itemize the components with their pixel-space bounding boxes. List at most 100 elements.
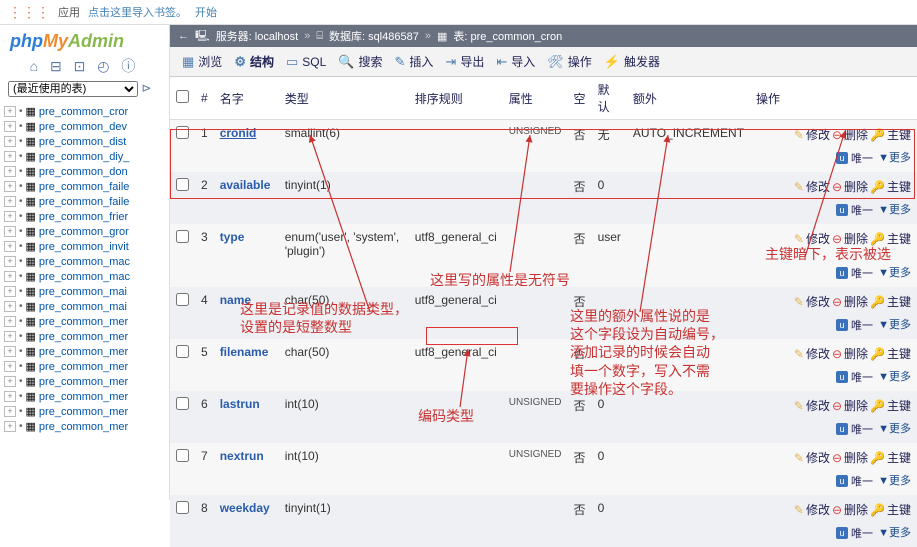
tree-expander-icon[interactable]: + — [4, 196, 16, 207]
drop-action[interactable]: ⊖删除 — [832, 397, 868, 414]
col-name[interactable]: name — [220, 293, 251, 307]
recent-go-icon[interactable]: ⊳ — [141, 81, 151, 95]
tree-expander-icon[interactable]: + — [4, 256, 16, 267]
edit-action[interactable]: ✎修改 — [794, 126, 830, 143]
th-name[interactable]: 名字 — [220, 92, 244, 106]
drop-action[interactable]: ⊖删除 — [832, 293, 868, 310]
tab-triggers[interactable]: ⚡触发器 — [604, 53, 660, 70]
col-name[interactable]: filename — [220, 345, 269, 359]
bc-db[interactable]: 数据库: sql486587 — [329, 28, 419, 44]
row-checkbox[interactable] — [176, 293, 189, 306]
tree-expander-icon[interactable]: + — [4, 316, 16, 327]
bc-collapse-icon[interactable]: ← — [178, 30, 189, 42]
tree-expander-icon[interactable]: + — [4, 376, 16, 387]
edit-action[interactable]: ✎修改 — [794, 345, 830, 362]
more-action[interactable]: ▼更多 — [878, 472, 911, 488]
th-num[interactable]: # — [201, 91, 208, 105]
tree-expander-icon[interactable]: + — [4, 421, 16, 432]
tree-item[interactable]: +•▦ pre_common_mer — [4, 389, 165, 404]
tree-link[interactable]: pre_common_invit — [39, 241, 129, 253]
tree-expander-icon[interactable]: + — [4, 271, 16, 282]
more-action[interactable]: ▼更多 — [878, 149, 911, 165]
tree-link[interactable]: pre_common_don — [39, 166, 128, 178]
unique-action[interactable]: u唯一 — [836, 265, 873, 281]
tree-item[interactable]: +•▦ pre_common_mer — [4, 314, 165, 329]
unique-action[interactable]: u唯一 — [836, 473, 873, 489]
tab-browse[interactable]: ▦浏览 — [182, 53, 222, 70]
tree-expander-icon[interactable]: + — [4, 226, 16, 237]
th-null[interactable]: 空 — [574, 92, 586, 106]
tree-item[interactable]: +•▦ pre_common_mer — [4, 374, 165, 389]
tab-sql[interactable]: ▭SQL — [286, 54, 326, 70]
tree-link[interactable]: pre_common_mer — [39, 391, 128, 403]
tab-operations[interactable]: 🛠操作 — [547, 53, 592, 70]
tree-item[interactable]: +•▦ pre_common_mac — [4, 254, 165, 269]
tab-insert[interactable]: ✎插入 — [395, 53, 434, 70]
tree-link[interactable]: pre_common_mac — [39, 271, 130, 283]
tree-link[interactable]: pre_common_mai — [39, 301, 127, 313]
primary-key-action[interactable]: 🔑主键 — [870, 397, 911, 414]
more-action[interactable]: ▼更多 — [878, 264, 911, 280]
tree-expander-icon[interactable]: + — [4, 106, 16, 117]
tree-item[interactable]: +•▦ pre_common_mer — [4, 359, 165, 374]
drop-action[interactable]: ⊖删除 — [832, 449, 868, 466]
tree-item[interactable]: +•▦ pre_common_faile — [4, 194, 165, 209]
tree-item[interactable]: +•▦ pre_common_mac — [4, 269, 165, 284]
tree-item[interactable]: +•▦ pre_common_mai — [4, 284, 165, 299]
tree-link[interactable]: pre_common_gror — [39, 226, 129, 238]
tree-link[interactable]: pre_common_mai — [39, 286, 127, 298]
select-all-checkbox[interactable] — [176, 90, 189, 103]
tree-link[interactable]: pre_common_dev — [39, 121, 127, 133]
edit-action[interactable]: ✎修改 — [794, 178, 830, 195]
more-action[interactable]: ▼更多 — [878, 524, 911, 540]
tree-item[interactable]: +•▦ pre_common_mai — [4, 299, 165, 314]
th-attr[interactable]: 属性 — [509, 92, 533, 106]
tree-expander-icon[interactable]: + — [4, 181, 16, 192]
tree-item[interactable]: +•▦ pre_common_mer — [4, 404, 165, 419]
drop-action[interactable]: ⊖删除 — [832, 501, 868, 518]
tree-expander-icon[interactable]: + — [4, 151, 16, 162]
row-checkbox[interactable] — [176, 449, 189, 462]
tree-link[interactable]: pre_common_mer — [39, 316, 128, 328]
col-name[interactable]: cronid — [220, 126, 257, 140]
tree-item[interactable]: +•▦ pre_common_frier — [4, 209, 165, 224]
primary-key-action[interactable]: 🔑主键 — [870, 345, 911, 362]
row-checkbox[interactable] — [176, 501, 189, 514]
drop-action[interactable]: ⊖删除 — [832, 345, 868, 362]
col-name[interactable]: type — [220, 230, 245, 244]
unique-action[interactable]: u唯一 — [836, 525, 873, 541]
start-link[interactable]: 开始 — [195, 4, 217, 20]
tree-link[interactable]: pre_common_mer — [39, 376, 128, 388]
tree-link[interactable]: pre_common_dist — [39, 136, 126, 148]
tree-item[interactable]: +•▦ pre_common_mer — [4, 344, 165, 359]
primary-key-action[interactable]: 🔑主键 — [870, 230, 911, 247]
tree-link[interactable]: pre_common_mer — [39, 406, 128, 418]
tree-expander-icon[interactable]: + — [4, 301, 16, 312]
edit-action[interactable]: ✎修改 — [794, 449, 830, 466]
row-checkbox[interactable] — [176, 126, 189, 139]
recent-tables-select[interactable]: (最近使用的表) — [8, 81, 138, 97]
col-name[interactable]: lastrun — [220, 397, 260, 411]
edit-action[interactable]: ✎修改 — [794, 230, 830, 247]
tree-expander-icon[interactable]: + — [4, 241, 16, 252]
tab-import[interactable]: ⇤导入 — [496, 53, 535, 70]
more-action[interactable]: ▼更多 — [878, 201, 911, 217]
more-action[interactable]: ▼更多 — [878, 316, 911, 332]
drop-action[interactable]: ⊖删除 — [832, 230, 868, 247]
import-bookmarks-link[interactable]: 点击这里导入书签。 — [88, 4, 187, 20]
edit-action[interactable]: ✎修改 — [794, 397, 830, 414]
tree-link[interactable]: pre_common_faile — [39, 196, 130, 208]
tab-export[interactable]: ⇥导出 — [445, 53, 484, 70]
th-extra[interactable]: 额外 — [633, 92, 657, 106]
bc-table[interactable]: 表: pre_common_cron — [453, 28, 562, 44]
tree-link[interactable]: pre_common_mer — [39, 361, 128, 373]
unique-action[interactable]: u唯一 — [836, 369, 873, 385]
nav-icons[interactable]: ⌂ ⊟ ⊡ ◴ ⓘ — [0, 54, 169, 78]
tab-search[interactable]: 🔍搜索 — [338, 53, 382, 70]
tree-item[interactable]: +•▦ pre_common_mer — [4, 419, 165, 434]
primary-key-action[interactable]: 🔑主键 — [870, 449, 911, 466]
col-name[interactable]: nextrun — [220, 449, 264, 463]
row-checkbox[interactable] — [176, 397, 189, 410]
tree-item[interactable]: +•▦ pre_common_faile — [4, 179, 165, 194]
unique-action[interactable]: u唯一 — [836, 317, 873, 333]
